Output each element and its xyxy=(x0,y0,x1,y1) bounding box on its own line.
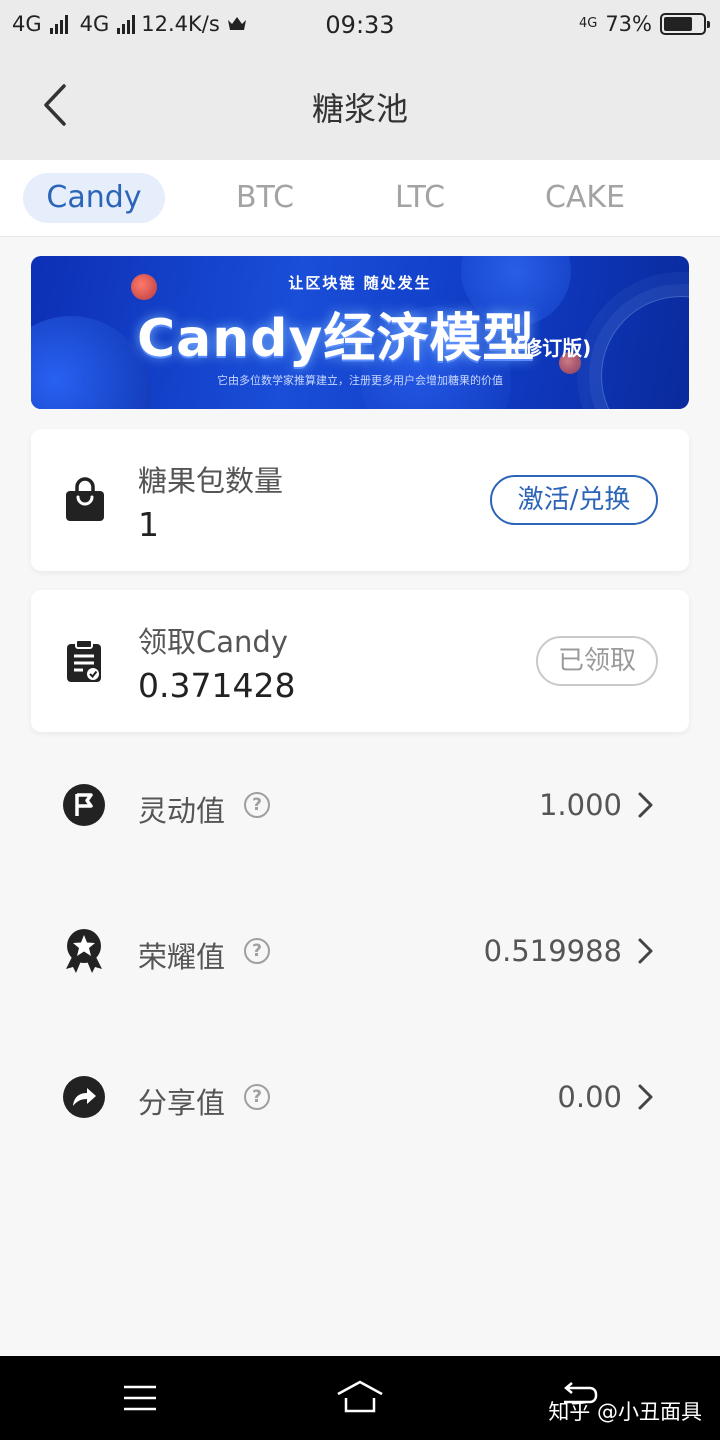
banner-orb xyxy=(31,316,151,409)
tab-bar: Candy BTC LTC CAKE xyxy=(0,160,720,237)
page-title: 糖浆池 xyxy=(311,90,408,128)
help-icon[interactable]: ? xyxy=(244,1084,270,1110)
home-icon xyxy=(337,1380,383,1413)
claim-candy-label: 领取Candy xyxy=(138,625,288,659)
stat-row-agility[interactable]: 灵动值 ? 1.000 xyxy=(0,758,720,850)
app-header: 糖浆池 xyxy=(0,50,720,160)
shopping-bag-icon xyxy=(66,477,104,521)
candy-pack-label: 糖果包数量 xyxy=(138,464,284,498)
menu-icon xyxy=(124,1385,156,1411)
stat-row-honor[interactable]: 荣耀值 ? 0.519988 xyxy=(0,904,720,996)
stat-label: 分享值 xyxy=(138,1086,226,1120)
battery-percent: 73% xyxy=(605,12,652,36)
stat-row-share[interactable]: 分享值 ? 0.00 xyxy=(0,1050,720,1142)
stat-value: 0.00 xyxy=(557,1080,622,1114)
claim-candy-amount: 0.371428 xyxy=(138,666,296,705)
claim-candy-card: 领取Candy 0.371428 已领取 xyxy=(31,590,689,732)
home-button[interactable] xyxy=(336,1380,384,1414)
status-right: 4G 73% xyxy=(578,12,710,36)
banner-rings xyxy=(601,296,689,409)
stat-label: 灵动值 xyxy=(138,794,226,828)
flag-icon xyxy=(63,784,105,826)
menu-button[interactable] xyxy=(122,1384,158,1412)
help-icon[interactable]: ? xyxy=(244,938,270,964)
network-badge: 4G xyxy=(578,16,598,31)
claimed-button[interactable]: 已领取 xyxy=(536,636,658,686)
stat-value: 1.000 xyxy=(538,788,622,822)
stat-value: 0.519988 xyxy=(483,934,622,968)
tab-btc[interactable]: BTC xyxy=(200,173,330,223)
banner-tag: (修订版) xyxy=(513,336,592,360)
banner-subtitle: 它由多位数学家推算建立，注册更多用户会增加糖果的价值 xyxy=(217,374,503,387)
banner-headline: Candy经济模型 xyxy=(137,309,536,369)
battery-icon xyxy=(660,13,710,35)
chevron-right-icon xyxy=(638,792,653,818)
stat-label: 荣耀值 xyxy=(138,940,226,974)
candy-pack-count: 1 xyxy=(138,505,159,544)
tab-ltc[interactable]: LTC xyxy=(355,173,485,223)
candy-pack-card: 糖果包数量 1 激活/兑换 xyxy=(31,429,689,571)
chevron-right-icon xyxy=(638,1084,653,1110)
watermark: 知乎 @小丑面具 xyxy=(548,1400,702,1424)
status-bar: 4G 4G 12.4K/s 09:33 4G 73% xyxy=(0,0,720,50)
chevron-right-icon xyxy=(638,938,653,964)
clipboard-icon xyxy=(67,639,101,682)
system-navbar: 知乎 @小丑面具 xyxy=(0,1356,720,1440)
share-icon xyxy=(63,1076,105,1118)
tab-cake[interactable]: CAKE xyxy=(515,173,655,223)
activate-redeem-button[interactable]: 激活/兑换 xyxy=(490,475,658,525)
banner-slogan: 让区块链 随处发生 xyxy=(288,274,432,292)
medal-icon xyxy=(66,929,102,973)
promo-banner[interactable]: 让区块链 随处发生 Candy经济模型 (修订版) 它由多位数学家推算建立，注册… xyxy=(31,256,689,409)
tab-candy[interactable]: Candy xyxy=(23,173,165,223)
help-icon[interactable]: ? xyxy=(244,792,270,818)
